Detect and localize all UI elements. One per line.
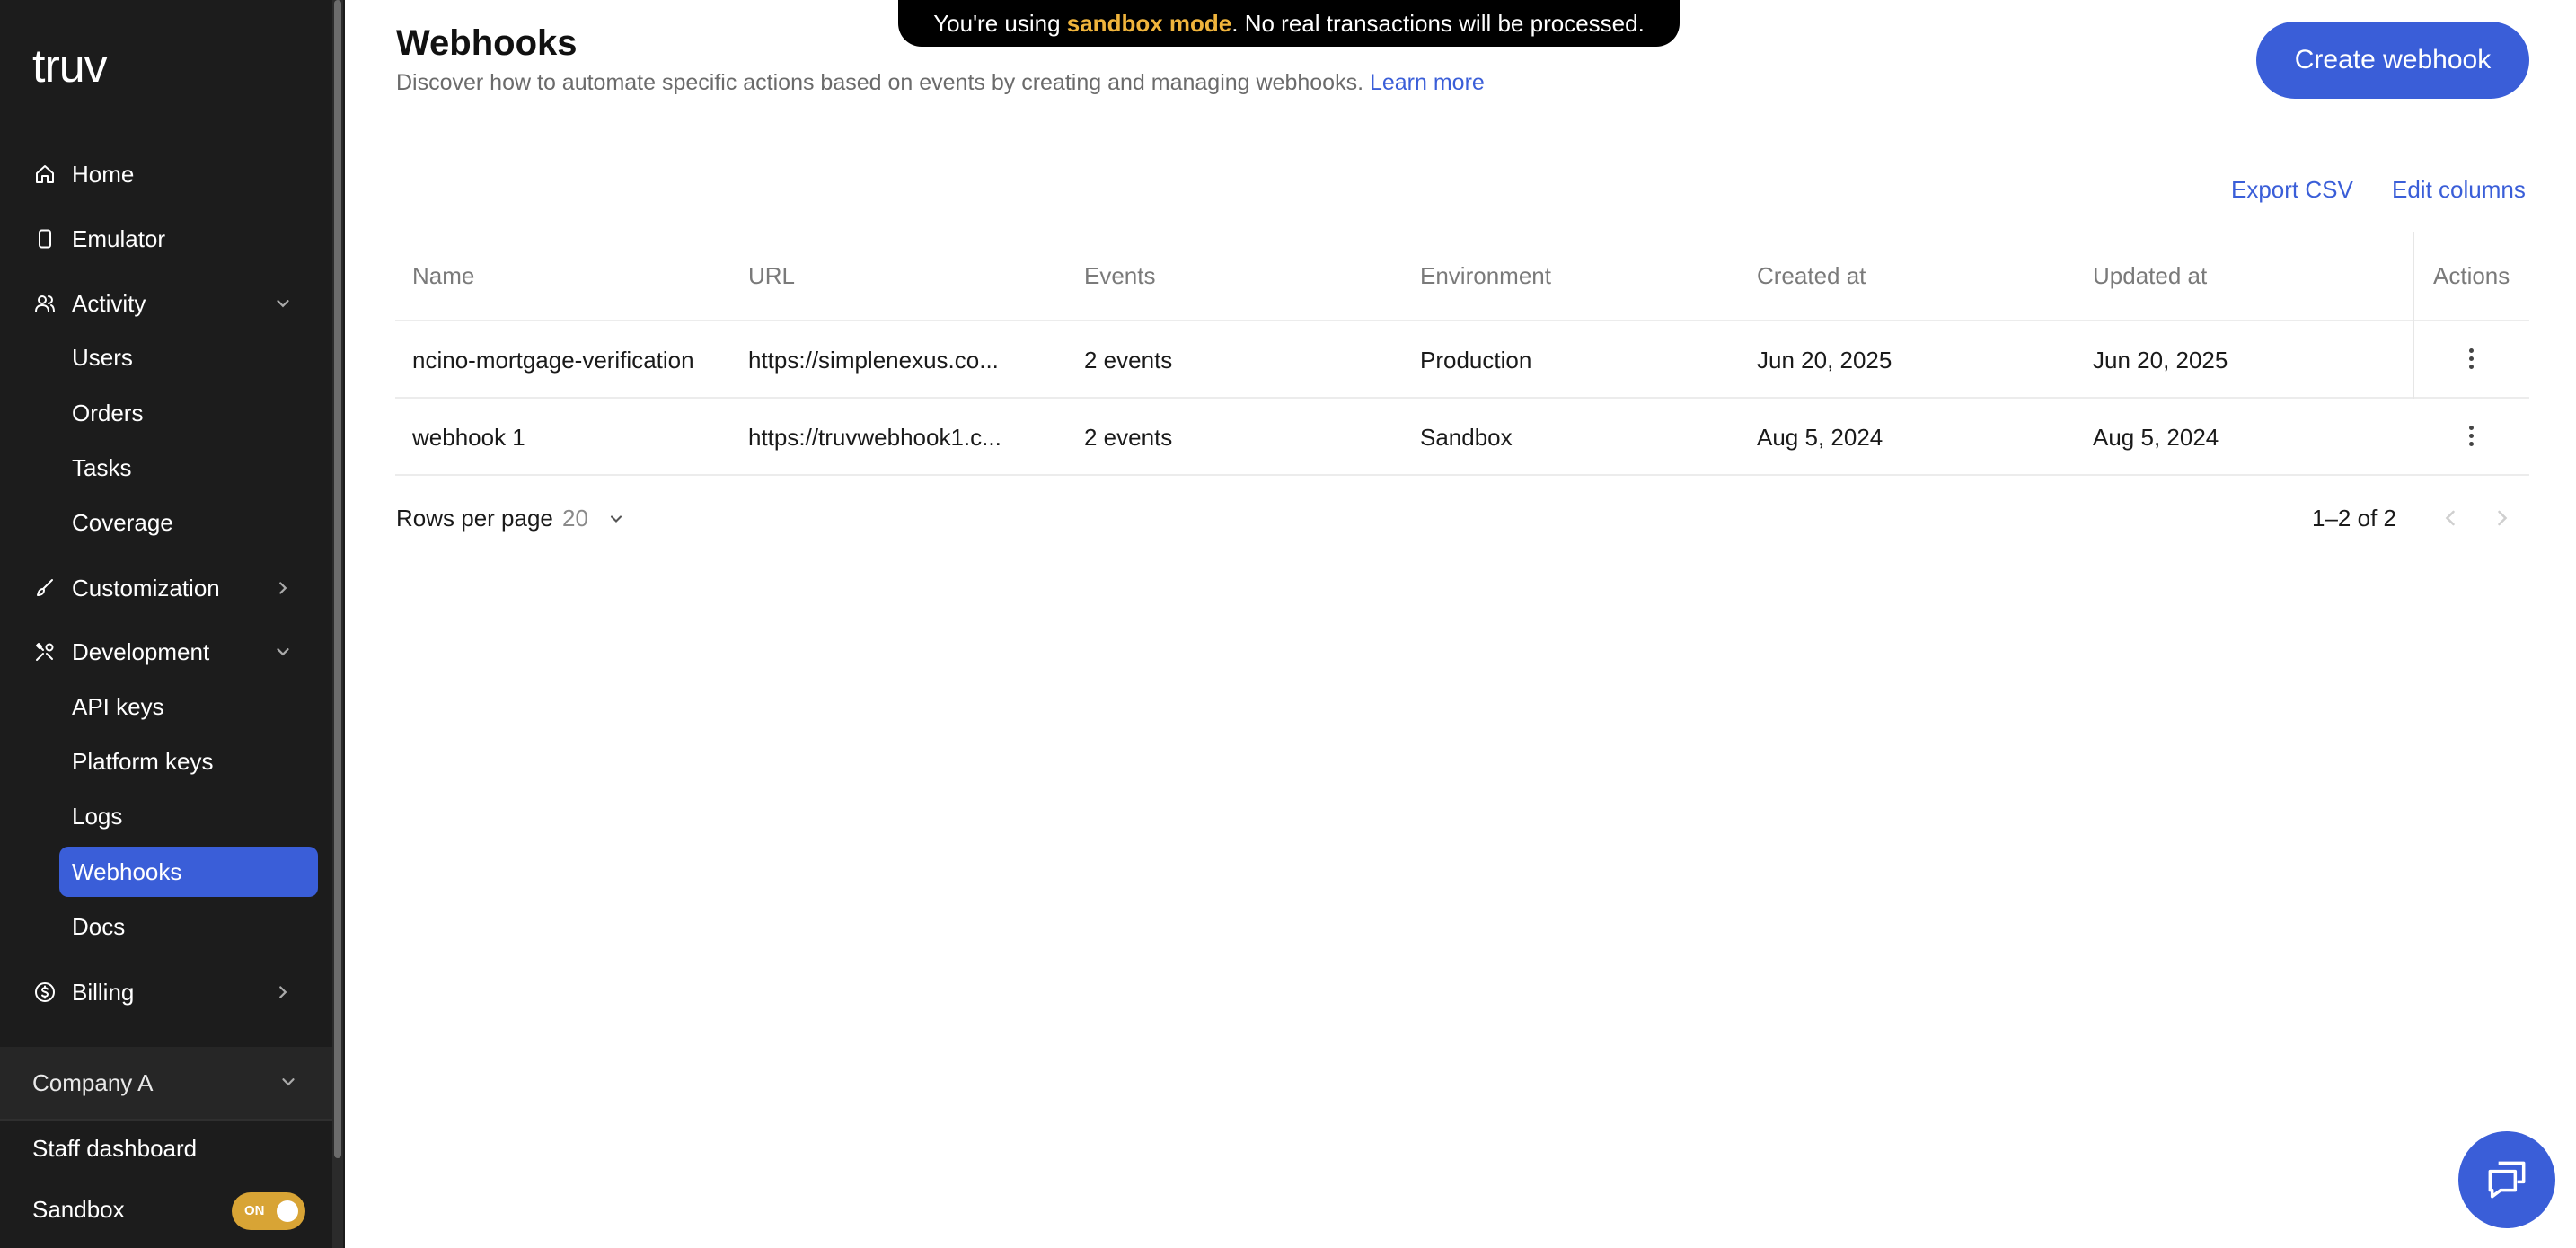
sidebar-edge	[343, 0, 345, 1248]
chat-button[interactable]	[2458, 1131, 2555, 1228]
chevron-down-icon	[277, 648, 289, 656]
cell-updated-at: Aug 5, 2024	[2093, 424, 2219, 451]
page-subtitle: Discover how to automate specific action…	[396, 70, 1485, 96]
chat-icon	[2488, 1161, 2526, 1199]
cell-name: webhook 1	[412, 424, 525, 451]
sidebar-item-home[interactable]: Home	[32, 148, 311, 200]
sandbox-banner: You're using sandbox mode. No real trans…	[898, 0, 1680, 47]
chevron-down-icon[interactable]	[607, 510, 625, 528]
sidebar-item-label: Home	[72, 160, 135, 188]
cell-events: 2 events	[1084, 347, 1173, 374]
edit-columns-button[interactable]: Edit columns	[2392, 176, 2526, 204]
brush-icon	[32, 576, 57, 601]
tools-icon	[32, 639, 57, 664]
export-csv-button[interactable]: Export CSV	[2231, 176, 2353, 204]
column-header-actions: Actions	[2433, 262, 2510, 289]
cell-name: ncino-mortgage-verification	[412, 347, 694, 374]
column-header-name[interactable]: Name	[412, 262, 474, 290]
table-row[interactable]: webhook 1 https://truvwebhook1.c... 2 ev…	[395, 399, 2529, 476]
sidebar-item-label: Billing	[72, 978, 135, 1006]
scrollbar-thumb[interactable]	[334, 0, 341, 1158]
sidebar: truv Home Emulator Activity Users Orders…	[0, 0, 332, 1248]
column-header-url[interactable]: URL	[748, 262, 795, 290]
cell-environment: Production	[1420, 347, 1532, 374]
cell-created-at: Jun 20, 2025	[1757, 347, 1892, 374]
sidebar-item-label: Customization	[72, 574, 220, 602]
staff-dashboard-link[interactable]: Staff dashboard	[32, 1135, 197, 1163]
table-header: Name URL Events Environment Created at U…	[395, 232, 2529, 321]
sidebar-item-tasks[interactable]: Tasks	[59, 443, 318, 493]
divider	[0, 1119, 332, 1121]
sidebar-item-label: Emulator	[72, 224, 166, 252]
sidebar-item-label: Activity	[72, 289, 146, 317]
rows-per-page-select[interactable]: 20	[562, 505, 588, 532]
page-title: Webhooks	[396, 23, 578, 63]
sidebar-item-api-keys[interactable]: API keys	[59, 681, 318, 732]
page-range: 1–2 of 2	[2312, 505, 2396, 532]
banner-prefix: You're using	[933, 9, 1067, 37]
column-header-events[interactable]: Events	[1084, 262, 1156, 290]
sidebar-item-webhooks[interactable]: Webhooks	[59, 847, 318, 897]
cell-url: https://truvwebhook1.c...	[748, 424, 1001, 451]
cell-created-at: Aug 5, 2024	[1757, 424, 1883, 451]
cell-url: https://simplenexus.co...	[748, 347, 999, 374]
company-switcher[interactable]: Company A	[0, 1047, 332, 1119]
toggle-knob	[277, 1200, 298, 1222]
sidebar-item-activity[interactable]: Activity	[32, 277, 311, 330]
phone-icon	[32, 226, 57, 251]
subtitle-text: Discover how to automate specific action…	[396, 70, 1364, 95]
more-vertical-icon[interactable]	[2466, 426, 2475, 446]
cell-events: 2 events	[1084, 424, 1173, 451]
sandbox-label: Sandbox	[32, 1196, 125, 1223]
sidebar-item-coverage[interactable]: Coverage	[59, 497, 318, 548]
sidebar-item-users[interactable]: Users	[59, 332, 318, 382]
banner-suffix: . No real transactions will be processed…	[1231, 9, 1645, 37]
column-header-updated-at[interactable]: Updated at	[2093, 262, 2207, 290]
chevron-down-icon	[282, 1078, 295, 1086]
sidebar-item-customization[interactable]: Customization	[32, 562, 311, 614]
sandbox-toggle[interactable]: ON	[232, 1192, 305, 1230]
home-icon	[32, 162, 57, 187]
column-header-created-at[interactable]: Created at	[1757, 262, 1866, 290]
sidebar-item-label: Development	[72, 637, 210, 665]
sidebar-item-logs[interactable]: Logs	[59, 791, 318, 841]
sidebar-scrollbar[interactable]	[332, 0, 343, 1248]
table-row[interactable]: ncino-mortgage-verification https://simp…	[395, 321, 2529, 399]
sidebar-item-development[interactable]: Development	[32, 626, 311, 678]
toggle-state: ON	[244, 1203, 265, 1218]
chevron-right-icon[interactable]	[2490, 505, 2515, 532]
sidebar-item-billing[interactable]: Billing	[32, 966, 311, 1018]
chevron-down-icon	[277, 300, 289, 308]
chevron-right-icon	[279, 582, 287, 594]
more-vertical-icon[interactable]	[2466, 348, 2475, 369]
truv-logo[interactable]: truv	[32, 40, 108, 93]
column-header-environment[interactable]: Environment	[1420, 262, 1551, 290]
sidebar-item-emulator[interactable]: Emulator	[32, 213, 311, 265]
rows-per-page-label: Rows per page	[396, 505, 553, 532]
create-webhook-button[interactable]: Create webhook	[2256, 22, 2529, 99]
actions-column-divider	[2413, 232, 2414, 399]
banner-highlight: sandbox mode	[1066, 9, 1232, 37]
learn-more-link[interactable]: Learn more	[1370, 70, 1485, 95]
sidebar-item-platform-keys[interactable]: Platform keys	[59, 736, 318, 787]
chevron-left-icon[interactable]	[2438, 505, 2463, 532]
sidebar-item-docs[interactable]: Docs	[59, 901, 318, 952]
sidebar-item-orders[interactable]: Orders	[59, 388, 318, 438]
users-icon	[32, 291, 57, 316]
cell-updated-at: Jun 20, 2025	[2093, 347, 2228, 374]
dollar-icon	[32, 980, 57, 1005]
chevron-right-icon	[279, 986, 287, 998]
company-name: Company A	[32, 1068, 154, 1096]
cell-environment: Sandbox	[1420, 424, 1513, 451]
